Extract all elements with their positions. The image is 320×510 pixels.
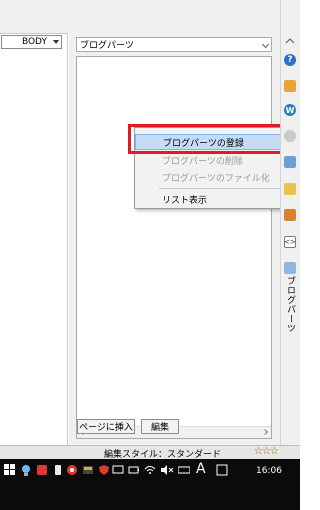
blog-parts-dropdown[interactable]: ブログパーツ [76,37,272,52]
side-tool-strip [280,0,300,445]
element-select-value: BODY [21,37,47,47]
app-icon[interactable] [36,464,48,476]
network-icon[interactable] [112,464,124,476]
menu-item-label: リスト表示 [162,195,208,206]
chevron-down-icon [261,40,270,49]
menu-item-export-blog-parts: ブログパーツのファイル化 [135,169,284,185]
blog-parts-list[interactable] [76,56,272,439]
menu-item-list-view[interactable]: リスト表示 [135,191,284,207]
globe-icon[interactable] [284,130,296,142]
volume-muted-icon[interactable] [160,464,174,476]
shield-icon[interactable] [98,464,110,476]
w-icon[interactable]: W [284,104,296,116]
record-icon[interactable] [66,464,78,476]
menu-item-delete-blog-parts: ブログパーツの削除 [135,152,284,168]
editor-toolbar-gap [0,0,70,33]
scroll-right-icon[interactable] [262,429,268,435]
image-icon[interactable] [284,80,296,92]
editor-area[interactable] [0,33,68,445]
highlight-annotation [128,124,290,154]
table-icon[interactable] [284,156,296,168]
start-icon[interactable] [4,464,16,476]
lightbulb-icon[interactable] [20,464,32,476]
menu-item-label: ブログパーツのファイル化 [162,173,270,184]
ime-indicator[interactable]: A [196,461,206,477]
help-icon[interactable]: ? [284,54,296,66]
rating-stars[interactable]: ☆☆☆ [254,446,279,457]
battery-icon[interactable] [128,464,140,476]
side-tab-blog-parts[interactable]: ブログパーツ [285,276,297,333]
folder-icon[interactable] [284,183,296,195]
usb-icon[interactable] [52,464,64,476]
menu-item-label: ブログパーツの削除 [162,156,243,167]
ime-pad-icon[interactable] [216,464,228,476]
blog-parts-dropdown-label: ブログパーツ [80,41,134,51]
insert-to-page-button[interactable]: ページに挿入 [77,419,135,434]
chevron-up-icon[interactable] [281,37,299,45]
element-select[interactable]: BODY [1,35,62,49]
wifi-icon[interactable] [144,464,156,476]
edit-button[interactable]: 編集 [141,419,179,434]
clock[interactable]: 16:06 [256,466,282,476]
tray-app-icon[interactable] [82,464,94,476]
pen-icon[interactable] [284,209,296,221]
keyboard-icon[interactable] [178,464,190,476]
menu-separator [159,188,282,189]
blog-parts-icon[interactable] [284,262,296,274]
chevron-down-icon [53,40,59,44]
embed-icon[interactable]: <> [284,236,296,248]
